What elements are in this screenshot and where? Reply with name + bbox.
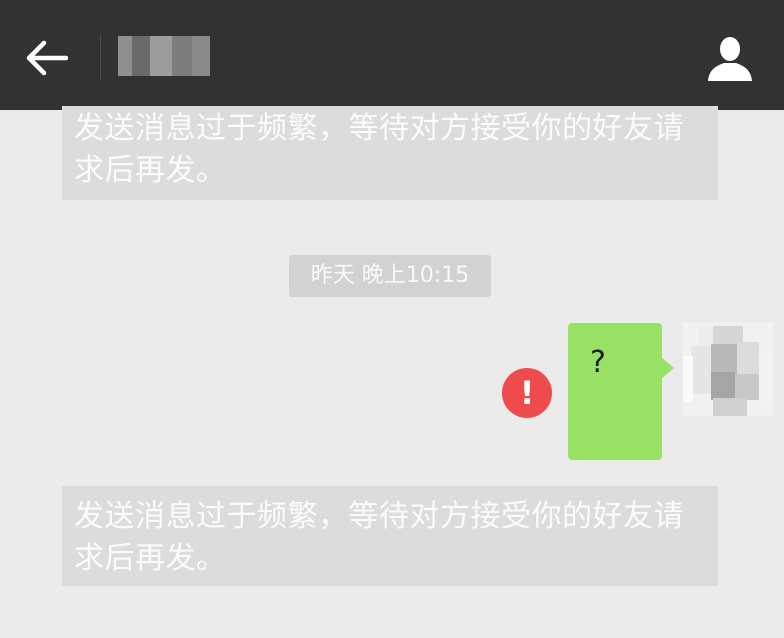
system-notice: 发送消息过于频繁，等待对方接受你的好友请求后再发。 — [62, 106, 718, 200]
divider — [100, 34, 101, 80]
person-icon — [708, 37, 752, 81]
redacted-avatar-image — [683, 322, 773, 416]
top-bar — [0, 0, 784, 110]
send-failed-icon[interactable]: ! — [502, 368, 552, 418]
avatar[interactable] — [683, 322, 773, 416]
system-notice: 发送消息过于频繁，等待对方接受你的好友请求后再发。 — [62, 486, 718, 586]
back-button[interactable] — [20, 32, 72, 84]
outgoing-message-bubble[interactable]: ? — [568, 323, 674, 460]
arrow-left-icon — [26, 40, 68, 76]
contact-name-redacted — [118, 36, 210, 76]
message-text: ? — [590, 345, 606, 380]
profile-button[interactable] — [702, 30, 758, 86]
chat-area[interactable]: 发送消息过于频繁，等待对方接受你的好友请求后再发。 昨天 晚上10:15 ! ?… — [0, 106, 784, 638]
message-timestamp: 昨天 晚上10:15 — [289, 255, 491, 297]
